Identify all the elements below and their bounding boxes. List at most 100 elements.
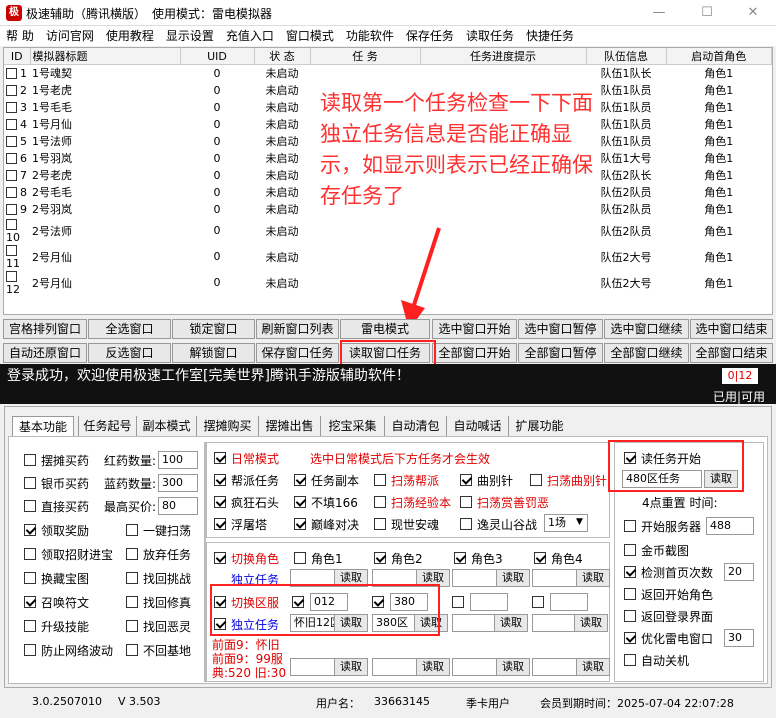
tab-0[interactable]: 基本功能 — [12, 416, 74, 436]
mid-row2-2-checkbox[interactable] — [374, 496, 386, 508]
row-checkbox[interactable] — [6, 152, 17, 164]
action-button-0-0[interactable]: 宫格排列窗口 — [3, 319, 87, 339]
left-right-item-0-checkbox[interactable] — [126, 524, 138, 536]
right-item-5-checkbox[interactable] — [624, 632, 636, 644]
server4-checkbox[interactable] — [532, 596, 544, 608]
red-qty-input[interactable]: 100 — [158, 451, 198, 469]
daily-mode-checkbox[interactable] — [214, 452, 226, 464]
task3-input[interactable] — [452, 614, 498, 632]
close-button[interactable]: ✕ — [730, 0, 776, 26]
mid-row1-1-checkbox[interactable] — [294, 474, 306, 486]
tab-2[interactable]: 副本模式 — [136, 416, 196, 436]
right-item-2-checkbox[interactable] — [624, 566, 636, 578]
left-item-8-checkbox[interactable] — [24, 644, 36, 656]
menu-quick-task[interactable]: 快捷任务 — [520, 26, 580, 46]
col-title[interactable]: 模拟器标题 — [30, 48, 181, 65]
read-slot-a-3[interactable]: 读取 — [576, 569, 610, 587]
read-slot-b-0[interactable]: 读取 — [334, 658, 368, 676]
minimize-button[interactable]: — — [636, 0, 682, 26]
left-item-3-checkbox[interactable] — [24, 524, 36, 536]
role-2-checkbox[interactable] — [454, 552, 466, 564]
blue-qty-input[interactable]: 300 — [158, 474, 198, 492]
task-slot-a-3[interactable] — [532, 569, 578, 587]
col-first-role[interactable]: 启动首角色 — [666, 48, 772, 65]
task-slot-b-2[interactable] — [452, 658, 498, 676]
chevron-down-icon[interactable]: ▼ — [576, 517, 583, 527]
tab-4[interactable]: 摆摊出售 — [258, 416, 320, 436]
tab-5[interactable]: 挖宝采集 — [320, 416, 384, 436]
action-button-1-6[interactable]: 全部窗口暂停 — [518, 343, 603, 363]
mid-row1-4-checkbox[interactable] — [530, 474, 542, 486]
table-row[interactable]: 12 2号月仙 0 未启动 队伍2大号 角色1 — [4, 270, 772, 296]
left-item-5-checkbox[interactable] — [24, 572, 36, 584]
left-item-2-checkbox[interactable] — [24, 500, 36, 512]
tab-6[interactable]: 自动清包 — [384, 416, 446, 436]
right-item-3-checkbox[interactable] — [624, 588, 636, 600]
task-slot-b-3[interactable] — [532, 658, 578, 676]
row-checkbox[interactable] — [6, 101, 17, 113]
mid-row2-3-checkbox[interactable] — [460, 496, 472, 508]
menu-recharge[interactable]: 充值入口 — [220, 26, 280, 46]
left-item-7-checkbox[interactable] — [24, 620, 36, 632]
action-button-0-8[interactable]: 选中窗口结束 — [690, 319, 773, 339]
left-right-item-1-checkbox[interactable] — [126, 548, 138, 560]
read-slot-b-2[interactable]: 读取 — [496, 658, 530, 676]
left-item-0-checkbox[interactable] — [24, 454, 36, 466]
maximize-button[interactable]: ☐ — [684, 0, 730, 26]
mid-row3-1-checkbox[interactable] — [294, 518, 306, 530]
action-button-0-3[interactable]: 刷新窗口列表 — [256, 319, 339, 339]
server3-checkbox[interactable] — [452, 596, 464, 608]
action-button-1-3[interactable]: 保存窗口任务 — [256, 343, 339, 363]
read-slot-b-3[interactable]: 读取 — [576, 658, 610, 676]
left-item-1-checkbox[interactable] — [24, 477, 36, 489]
task4-input[interactable] — [532, 614, 578, 632]
row-checkbox[interactable] — [6, 203, 17, 215]
menu-display[interactable]: 显示设置 — [160, 26, 220, 46]
action-button-0-5[interactable]: 选中窗口开始 — [432, 319, 517, 339]
right-item-2-input[interactable]: 20 — [724, 563, 754, 581]
left-right-item-5-checkbox[interactable] — [126, 644, 138, 656]
row-checkbox[interactable] — [6, 218, 17, 230]
col-status[interactable]: 状 态 — [254, 48, 311, 65]
col-id[interactable]: ID — [4, 48, 31, 65]
read-slot-b-1[interactable]: 读取 — [416, 658, 450, 676]
mid-row1-0-checkbox[interactable] — [214, 474, 226, 486]
right-item-1-checkbox[interactable] — [624, 544, 636, 556]
row-checkbox[interactable] — [6, 186, 17, 198]
col-uid[interactable]: UID — [180, 48, 255, 65]
left-item-4-checkbox[interactable] — [24, 548, 36, 560]
action-button-0-4[interactable]: 雷电模式 — [340, 319, 430, 339]
tab-1[interactable]: 任务起号 — [78, 416, 136, 436]
mid-row2-1-checkbox[interactable] — [294, 496, 306, 508]
mid-row3-3-checkbox[interactable] — [460, 518, 472, 530]
switch-role-checkbox[interactable] — [214, 552, 226, 564]
row-checkbox[interactable] — [6, 169, 17, 181]
mid-row3-2-checkbox[interactable] — [374, 518, 386, 530]
left-right-item-2-checkbox[interactable] — [126, 572, 138, 584]
tab-3[interactable]: 摆摊购买 — [196, 416, 258, 436]
col-task[interactable]: 任 务 — [310, 48, 421, 65]
action-button-1-8[interactable]: 全部窗口结束 — [690, 343, 773, 363]
menu-help[interactable]: 帮 助 — [0, 26, 40, 46]
row-checkbox[interactable] — [6, 135, 17, 147]
mid-row1-3-checkbox[interactable] — [460, 474, 472, 486]
action-button-1-2[interactable]: 解锁窗口 — [172, 343, 255, 363]
tab-7[interactable]: 自动喊话 — [446, 416, 508, 436]
table-row[interactable]: 10 2号法师 0 未启动 队伍2队员 角色1 — [4, 218, 772, 244]
action-button-0-7[interactable]: 选中窗口继续 — [604, 319, 689, 339]
right-item-4-checkbox[interactable] — [624, 610, 636, 622]
row-checkbox[interactable] — [6, 244, 17, 256]
right-item-0-checkbox[interactable] — [624, 520, 636, 532]
role-1-checkbox[interactable] — [374, 552, 386, 564]
table-row[interactable]: 11 2号月仙 0 未启动 队伍2大号 角色1 — [4, 244, 772, 270]
read-task3[interactable]: 读取 — [494, 614, 528, 632]
mid-row2-0-checkbox[interactable] — [214, 496, 226, 508]
action-button-1-7[interactable]: 全部窗口继续 — [604, 343, 689, 363]
role-3-checkbox[interactable] — [534, 552, 546, 564]
action-button-0-1[interactable]: 全选窗口 — [88, 319, 171, 339]
action-button-0-2[interactable]: 锁定窗口 — [172, 319, 255, 339]
role-0-checkbox[interactable] — [294, 552, 306, 564]
tab-8[interactable]: 扩展功能 — [508, 416, 570, 436]
action-button-0-6[interactable]: 选中窗口暂停 — [518, 319, 603, 339]
menu-save-task[interactable]: 保存任务 — [400, 26, 460, 46]
